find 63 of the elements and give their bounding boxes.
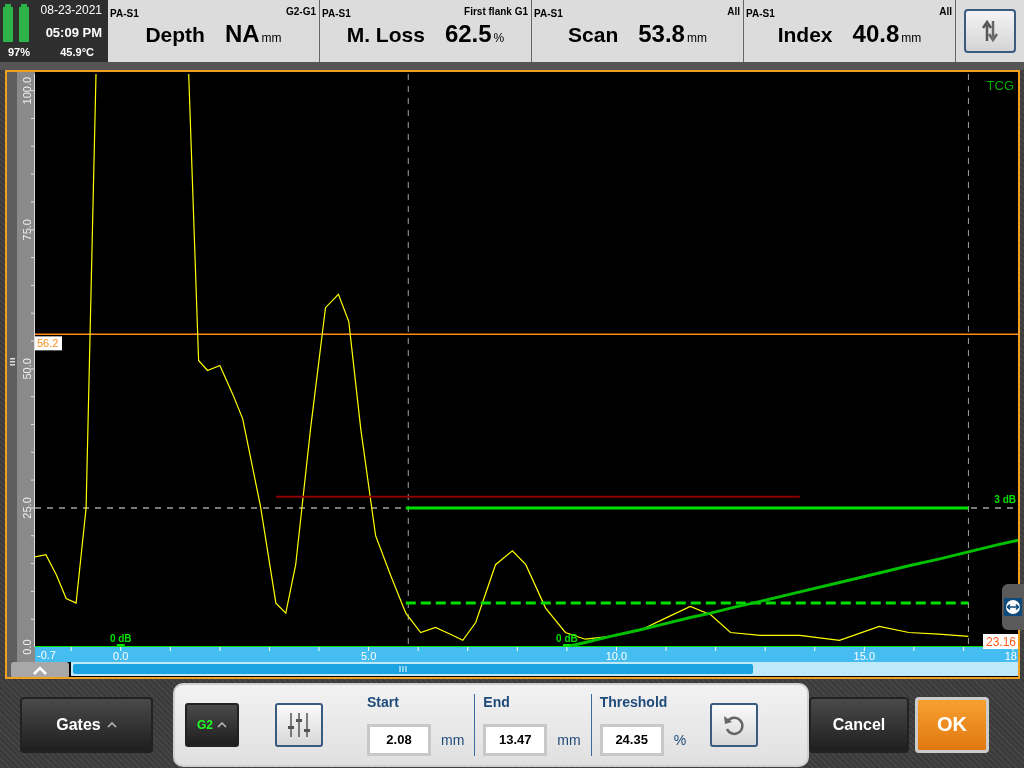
field-label: Threshold — [599, 693, 669, 710]
gates-menu-button[interactable]: Gates — [20, 696, 153, 753]
unit-label: % — [673, 731, 688, 748]
unit-label: mm — [557, 731, 581, 748]
y-tick-label: 0.0 — [21, 639, 33, 655]
y-tick-label: 100.0 — [21, 76, 33, 105]
reset-button[interactable] — [709, 702, 758, 747]
readout-label: M. Loss — [346, 23, 425, 47]
x-tick-label: 15.0 — [853, 650, 876, 662]
unit-label: mm — [686, 31, 707, 45]
x-tick-label: 0.0 — [113, 650, 129, 662]
gain-label: 3 dB — [994, 493, 1016, 505]
unit-label: mm — [441, 731, 465, 748]
readout-value: 62.5 — [444, 20, 492, 47]
battery-icon — [3, 4, 31, 42]
y-tick-label: 75.0 — [21, 219, 33, 241]
date-text: 08-23-2021 — [40, 3, 102, 17]
range-end-label: 18 — [1004, 650, 1017, 662]
scroll-thumb[interactable] — [73, 664, 753, 674]
gate-label: G2-G1 — [286, 6, 316, 17]
threshold-label: 56.2 — [35, 336, 62, 351]
unit-label: mm — [901, 31, 922, 45]
source-label: PA-S1 — [746, 8, 775, 19]
cursor-reading: 23.16 — [983, 634, 1018, 649]
caret-icon — [106, 721, 117, 728]
gate-label: All — [939, 6, 952, 17]
number-field[interactable]: 13.47 — [483, 723, 548, 756]
readout-value: NA — [224, 20, 260, 47]
source-label: PA-S1 — [322, 8, 351, 19]
unit-label: mm — [261, 31, 282, 45]
settings-button[interactable] — [275, 702, 323, 747]
gate-label: All — [727, 6, 740, 17]
caret-icon — [217, 721, 227, 728]
tcg-label: TCG — [986, 78, 1014, 93]
temperature-text: 45.9°C — [60, 46, 94, 58]
source-label: PA-S1 — [534, 8, 563, 19]
number-field[interactable]: 2.08 — [367, 723, 431, 756]
number-field[interactable]: 24.35 — [599, 723, 664, 756]
readout-label: Scan — [568, 23, 619, 47]
swap-button[interactable] — [964, 9, 1016, 53]
cancel-button[interactable]: Cancel — [809, 696, 909, 753]
battery-percent: 97% — [8, 46, 31, 58]
up-down-arrows-icon — [982, 19, 998, 43]
time-text: 05:09 PM — [45, 25, 102, 40]
double-arrow-icon — [1004, 598, 1022, 616]
y-tick-label: 50.0 — [21, 358, 33, 380]
x-tick-label: 5.0 — [360, 650, 377, 662]
source-label: PA-S1 — [110, 8, 139, 19]
readout-value: 53.8 — [638, 20, 685, 47]
grip-icon[interactable] — [10, 358, 15, 366]
field-label: End — [483, 693, 511, 710]
field-label: Start — [367, 693, 400, 710]
sliders-icon — [287, 711, 311, 738]
unit-label: % — [493, 31, 505, 45]
readout-value: 40.8 — [852, 20, 900, 47]
x-tick-label: 10.0 — [605, 650, 628, 662]
readout-label: Index — [777, 23, 833, 47]
range-start-label: -0.7 — [37, 649, 56, 661]
side-tab[interactable] — [1002, 584, 1024, 630]
gate-label: First flank G1 — [464, 6, 528, 17]
readout-label: Depth — [145, 23, 205, 47]
y-tick-label: 25.0 — [21, 497, 33, 519]
gate-selector[interactable]: G2 — [185, 702, 239, 747]
